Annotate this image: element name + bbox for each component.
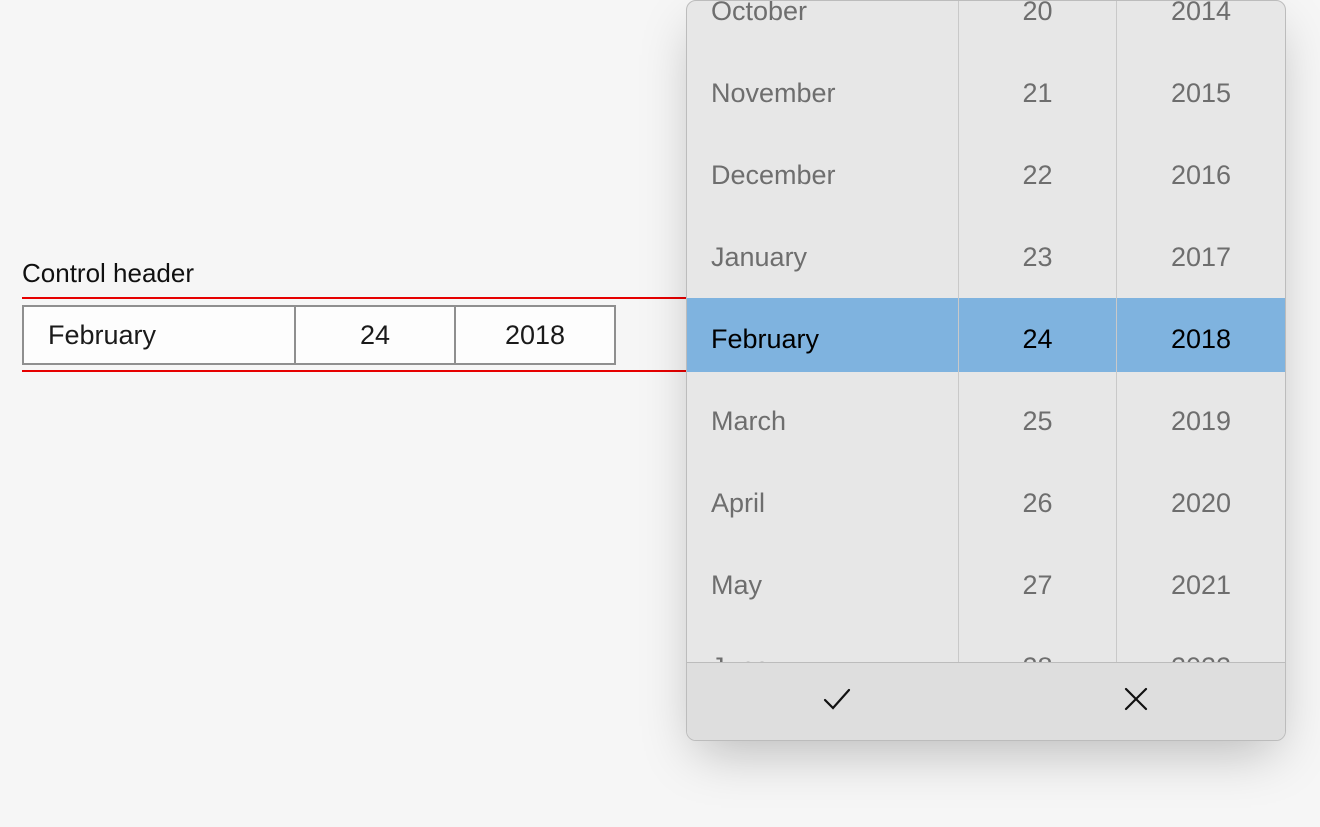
day-option-label: 26 [1022,488,1052,519]
alignment-guide-top [22,297,688,299]
month-option[interactable]: October [687,1,958,52]
month-option-label: December [711,160,836,191]
month-option-label: January [711,242,807,273]
year-option[interactable]: 2019 [1117,380,1285,462]
date-picker-month[interactable]: February [24,307,296,363]
year-option-label: 2015 [1171,78,1231,109]
year-option-label: 2014 [1171,1,1231,27]
day-option-label: 20 [1022,1,1052,27]
year-option[interactable]: 2021 [1117,544,1285,626]
day-option-label: 23 [1022,242,1052,273]
date-picker-day-value: 24 [360,320,390,351]
month-option-label: February [711,324,819,355]
year-option-label: 2019 [1171,406,1231,437]
month-option[interactable]: March [687,380,958,462]
day-option[interactable]: 24 [959,298,1116,380]
month-option[interactable]: May [687,544,958,626]
year-option[interactable]: 2017 [1117,216,1285,298]
year-wheel[interactable]: 2014 2015 2016 2017 2018 2019 2020 2021 2022 [1117,1,1285,662]
day-option-label: 25 [1022,406,1052,437]
day-option-label: 22 [1022,160,1052,191]
year-option-label: 2017 [1171,242,1231,273]
year-option-label: 2020 [1171,488,1231,519]
day-option-label: 21 [1022,78,1052,109]
month-option-label: March [711,406,786,437]
close-icon [1119,682,1153,721]
month-option-label: April [711,488,765,519]
day-option[interactable]: 20 [959,1,1116,52]
year-option[interactable]: 2016 [1117,134,1285,216]
day-option[interactable]: 21 [959,52,1116,134]
day-option[interactable]: 25 [959,380,1116,462]
year-option-label: 2022 [1171,652,1231,663]
year-option-label: 2016 [1171,160,1231,191]
date-picker[interactable]: February 24 2018 [22,305,616,365]
day-option[interactable]: 22 [959,134,1116,216]
month-option-label: October [711,1,807,27]
control-header-label: Control header [22,258,194,289]
check-icon [820,682,854,721]
alignment-guide-bottom [22,370,688,372]
month-option[interactable]: January [687,216,958,298]
month-option[interactable]: April [687,462,958,544]
date-picker-year[interactable]: 2018 [456,307,614,363]
month-option[interactable]: December [687,134,958,216]
month-option[interactable]: February [687,298,958,380]
day-option-label: 24 [1022,324,1052,355]
day-option[interactable]: 27 [959,544,1116,626]
date-picker-day[interactable]: 24 [296,307,456,363]
month-option-label: June [711,652,770,663]
year-option[interactable]: 2020 [1117,462,1285,544]
month-option-label: November [711,78,836,109]
day-option-label: 28 [1022,652,1052,663]
year-option-label: 2018 [1171,324,1231,355]
month-option[interactable]: June [687,626,958,662]
cancel-button[interactable] [986,663,1285,740]
year-option[interactable]: 2018 [1117,298,1285,380]
month-wheel[interactable]: October November December January February Ma… [687,1,959,662]
day-option-label: 27 [1022,570,1052,601]
year-option[interactable]: 2015 [1117,52,1285,134]
day-option[interactable]: 28 [959,626,1116,662]
year-option[interactable]: 2014 [1117,1,1285,52]
year-option[interactable]: 2022 [1117,626,1285,662]
date-picker-wheels: October November December January February Ma… [687,1,1285,662]
month-option[interactable]: November [687,52,958,134]
date-picker-month-value: February [48,320,156,351]
accept-button[interactable] [687,663,986,740]
date-picker-flyout: October November December January February Ma… [686,0,1286,741]
day-option[interactable]: 26 [959,462,1116,544]
flyout-button-bar [687,662,1285,740]
month-option-label: May [711,570,762,601]
year-option-label: 2021 [1171,570,1231,601]
day-wheel[interactable]: 20 21 22 23 24 25 26 27 28 [959,1,1117,662]
day-option[interactable]: 23 [959,216,1116,298]
date-picker-year-value: 2018 [505,320,565,351]
